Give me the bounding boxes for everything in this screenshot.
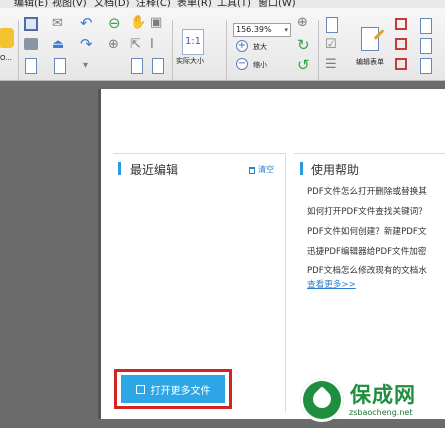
menu-form[interactable]: 表单(R) bbox=[177, 0, 212, 8]
hand-tool-icon[interactable]: ✋ bbox=[130, 16, 146, 29]
actual-size-label[interactable]: 实际大小 bbox=[176, 56, 204, 66]
select-tool-icon[interactable]: ⇱ bbox=[130, 38, 141, 51]
forward-icon[interactable]: ⊕ bbox=[108, 38, 119, 51]
section-marker bbox=[300, 162, 303, 175]
help-link[interactable]: 如何打开PDF文件查找关键词？ bbox=[307, 205, 427, 217]
help-link[interactable]: PDF文件如何创建？新建PDF文 bbox=[307, 225, 426, 237]
separator bbox=[226, 20, 227, 80]
checkbox-tool-icon[interactable]: ☑ bbox=[325, 38, 337, 51]
save-icon[interactable] bbox=[24, 17, 38, 31]
zoom-select[interactable]: 156.39% ▾ bbox=[233, 23, 291, 37]
rotate-back-icon[interactable]: ↺ bbox=[297, 58, 310, 73]
redo-icon[interactable]: ↷ bbox=[80, 37, 93, 52]
list-tool-icon[interactable]: ☰ bbox=[325, 58, 337, 71]
zoom-in-icon[interactable]: + bbox=[236, 40, 248, 52]
menu-tools[interactable]: 工具(T) bbox=[217, 0, 251, 8]
page-setup-icon[interactable] bbox=[54, 58, 66, 74]
stamp-icon[interactable]: ⏏ bbox=[52, 38, 64, 51]
help-link[interactable]: 迅捷PDF编辑器给PDF文件加密 bbox=[307, 245, 426, 257]
form-field-icon[interactable] bbox=[420, 58, 432, 74]
trash-icon[interactable] bbox=[249, 167, 255, 174]
text-edit-icon[interactable] bbox=[326, 17, 338, 33]
zoom-value: 156.39% bbox=[236, 25, 272, 34]
chevron-down-icon: ▾ bbox=[284, 26, 288, 34]
separator bbox=[18, 20, 19, 80]
actual-size-icon[interactable]: 1:1 bbox=[182, 29, 204, 55]
menu-edit[interactable]: 编辑(E) bbox=[14, 0, 48, 8]
open-folder-icon[interactable] bbox=[0, 28, 14, 48]
help-title: 使用帮助 bbox=[311, 163, 360, 177]
help-link[interactable]: PDF文档怎么修改现有的文档水 bbox=[307, 264, 427, 276]
separator bbox=[172, 20, 173, 80]
zoom-tool-icon[interactable]: ⊕ bbox=[297, 16, 308, 29]
open-file-icon bbox=[135, 384, 145, 394]
separator bbox=[318, 20, 319, 80]
form-field-icon[interactable] bbox=[420, 38, 432, 54]
menu-comment[interactable]: 注释(C) bbox=[136, 0, 171, 8]
menu-view[interactable]: 视图(V) bbox=[52, 0, 87, 8]
form-field-icon[interactable] bbox=[420, 18, 432, 34]
open-more-files-label: 打开更多文件 bbox=[150, 385, 211, 397]
recent-title: 最近编辑 bbox=[130, 163, 179, 177]
watermark-url: zsbaocheng.net bbox=[349, 408, 413, 417]
email-icon[interactable]: ✉ bbox=[52, 17, 63, 30]
zoom-in-label[interactable]: 放大 bbox=[253, 42, 267, 52]
clear-link[interactable]: 清空 bbox=[258, 164, 274, 175]
dropdown-icon[interactable]: ▾ bbox=[83, 59, 88, 72]
page-icon[interactable] bbox=[131, 58, 143, 74]
text-select-icon[interactable]: Ⅰ bbox=[150, 38, 154, 51]
field-tool-icon[interactable] bbox=[395, 38, 407, 50]
section-marker bbox=[118, 162, 121, 175]
menu-window[interactable]: 窗口(W) bbox=[258, 0, 296, 8]
watermark-brand: 保成网 bbox=[350, 383, 416, 407]
edit-form-icon[interactable] bbox=[357, 25, 385, 55]
field-tool-icon[interactable] bbox=[395, 58, 407, 70]
back-icon[interactable]: ⊖ bbox=[108, 16, 121, 31]
print-icon[interactable] bbox=[24, 38, 38, 50]
zoom-out-label[interactable]: 缩小 bbox=[253, 60, 267, 70]
snapshot-icon[interactable]: ▣ bbox=[150, 16, 162, 29]
new-document-icon[interactable] bbox=[25, 58, 37, 74]
page-layout-icon[interactable] bbox=[152, 58, 164, 74]
toolbar: O... ✉ ⏏ ↶ ↷ ▾ ⊖ ⊕ ✋ ⇱ ▣ Ⅰ 1:1 实际大小 156.… bbox=[0, 8, 445, 81]
zoom-out-icon[interactable]: − bbox=[236, 58, 248, 70]
open-label: O... bbox=[0, 54, 12, 62]
view-more-link[interactable]: 查看更多>> bbox=[307, 278, 356, 290]
field-tool-icon[interactable] bbox=[395, 18, 407, 30]
undo-icon[interactable]: ↶ bbox=[80, 16, 93, 31]
open-more-files-button[interactable]: 打开更多文件 bbox=[121, 375, 225, 403]
help-link[interactable]: PDF文件怎么打开删除或替换其 bbox=[307, 185, 427, 197]
menu-bar: 编辑(E) 视图(V) 文档(D) 注释(C) 表单(R) 工具(T) 窗口(W… bbox=[0, 0, 445, 8]
edit-form-label[interactable]: 编辑表单 bbox=[356, 57, 384, 67]
menu-document[interactable]: 文档(D) bbox=[94, 0, 130, 8]
rotate-icon[interactable]: ↻ bbox=[297, 38, 310, 53]
